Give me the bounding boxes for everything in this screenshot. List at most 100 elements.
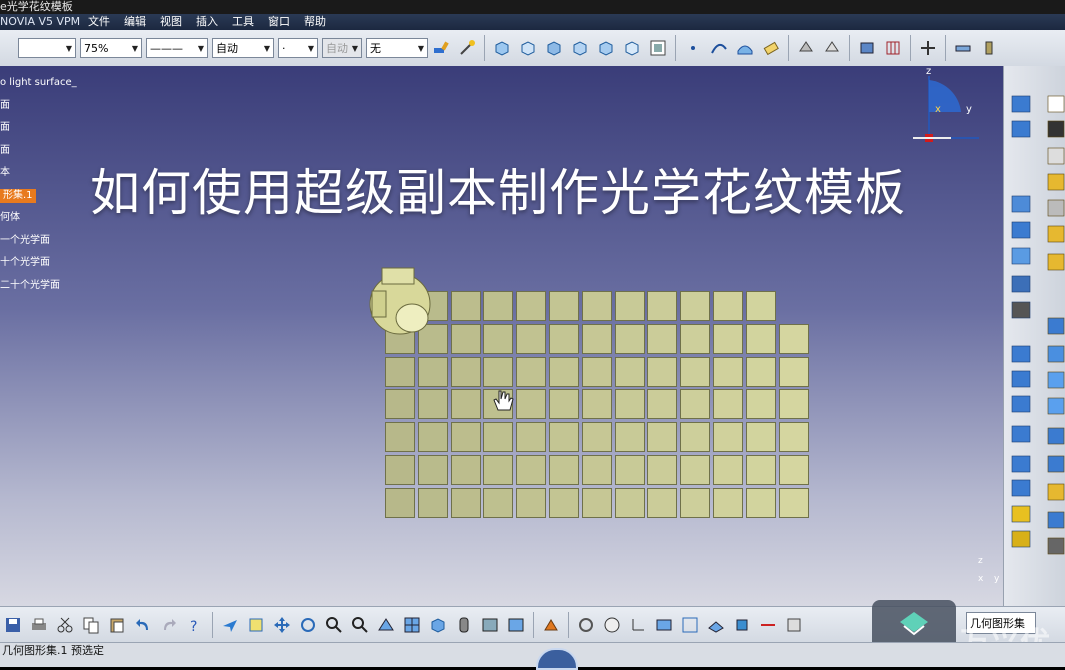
measure-icon[interactable] [857, 38, 877, 58]
compass-tool-icon[interactable] [918, 38, 938, 58]
pattern-cell [549, 422, 579, 453]
menu-view[interactable]: 视图 [160, 14, 182, 30]
pattern-cell [450, 323, 481, 354]
pattern-cell [680, 291, 711, 321]
pattern-cell [713, 356, 743, 387]
spiral-icon[interactable] [576, 615, 596, 635]
specification-tree: o light surface_ 面 面 面 本 形集.1 何体 一个光学面 十… [0, 76, 77, 301]
chevron-down-icon: ▼ [197, 43, 204, 53]
pattern-cell [778, 323, 809, 354]
view-iso-icon[interactable] [492, 38, 512, 58]
multi-view-icon[interactable] [402, 615, 422, 635]
tree-item[interactable]: o light surface_ [0, 76, 77, 99]
menu-window[interactable]: 窗口 [268, 14, 290, 30]
pattern-cell [647, 356, 678, 387]
cut-icon[interactable] [55, 615, 75, 635]
linetype-select[interactable]: ——— ▼ [146, 38, 208, 58]
hide-icon[interactable] [480, 615, 500, 635]
tree-item[interactable]: 二十个光学面 [0, 279, 77, 302]
paste-icon[interactable] [107, 615, 127, 635]
tree-item[interactable]: 何体 [0, 211, 77, 234]
paint-icon[interactable] [541, 615, 561, 635]
pattern-cell [483, 455, 514, 485]
extrude-icon[interactable] [732, 615, 752, 635]
right-toolbar [1003, 66, 1065, 606]
undo-icon[interactable] [133, 615, 153, 635]
pattern-cell [745, 291, 776, 321]
zoom-out-icon[interactable] [350, 615, 370, 635]
normal-view-icon[interactable] [376, 615, 396, 635]
grid-snap-icon[interactable] [680, 615, 700, 635]
overlay-title: 如何使用超级副本制作光学花纹模板 [90, 164, 906, 222]
axis-system-icon[interactable] [628, 615, 648, 635]
curve-icon[interactable] [709, 38, 729, 58]
redo-icon[interactable] [159, 615, 179, 635]
ruler-icon[interactable] [953, 38, 973, 58]
tree-item[interactable]: 一个光学面 [0, 234, 77, 257]
hide-show-icon[interactable] [796, 38, 816, 58]
trim-icon[interactable] [758, 615, 778, 635]
view-left-icon[interactable] [570, 38, 590, 58]
swap-icon[interactable] [506, 615, 526, 635]
toolbar-separator [212, 612, 213, 638]
pan-icon[interactable] [272, 615, 292, 635]
sketcher-icon[interactable] [654, 615, 674, 635]
material-icon[interactable] [979, 38, 999, 58]
tree-item[interactable]: 面 [0, 99, 77, 122]
pattern-cell [483, 291, 514, 321]
menu-file[interactable]: 文件 [88, 14, 110, 30]
point-select[interactable]: · ▼ [278, 38, 318, 58]
layer-select[interactable]: 自动 ▼ [322, 38, 362, 58]
pattern-cell [745, 455, 776, 485]
print-icon[interactable] [29, 615, 49, 635]
globe-icon[interactable] [602, 615, 622, 635]
menu-insert[interactable]: 插入 [196, 14, 218, 30]
zoom-in-icon[interactable] [324, 615, 344, 635]
paint-brush-icon[interactable] [431, 38, 451, 58]
color-select[interactable]: ▼ [18, 38, 76, 58]
tree-item[interactable]: 十个光学面 [0, 256, 77, 279]
named-views-icon[interactable] [648, 38, 668, 58]
grid-icon[interactable] [883, 38, 903, 58]
menu-help[interactable]: 帮助 [304, 14, 326, 30]
compass-y-label: y [966, 104, 972, 115]
menu-edit[interactable]: 编辑 [124, 14, 146, 30]
rotate-icon[interactable] [298, 615, 318, 635]
view-right-icon[interactable] [596, 38, 616, 58]
view-top-icon[interactable] [622, 38, 642, 58]
pattern-cell [385, 422, 415, 453]
linewidth-select[interactable]: 自动 ▼ [212, 38, 274, 58]
pattern-cell [581, 422, 612, 453]
iso-view-icon[interactable] [428, 615, 448, 635]
3d-viewport[interactable]: o light surface_ 面 面 面 本 形集.1 何体 一个光学面 十… [0, 66, 1003, 606]
view-front-icon[interactable] [518, 38, 538, 58]
point-icon[interactable] [683, 38, 703, 58]
axis-compass-icon[interactable] [905, 66, 995, 148]
fit-all-icon[interactable] [246, 615, 266, 635]
render-style-icon[interactable] [454, 615, 474, 635]
transparency-value: 75% [84, 41, 109, 55]
eraser-icon[interactable] [761, 38, 781, 58]
tree-item[interactable]: 面 [0, 144, 77, 167]
update-icon[interactable] [784, 615, 804, 635]
magic-wand-icon[interactable] [457, 38, 477, 58]
plane-icon[interactable] [706, 615, 726, 635]
pattern-cell [713, 323, 743, 354]
viewport-compass[interactable] [362, 266, 442, 341]
save-icon[interactable] [3, 615, 23, 635]
surface-icon[interactable] [735, 38, 755, 58]
tree-item[interactable]: 本 [0, 166, 77, 189]
copy-icon[interactable] [81, 615, 101, 635]
filter-select[interactable]: 无 ▼ [366, 38, 428, 58]
help-icon[interactable]: ? [185, 615, 205, 635]
transparency-select[interactable]: 75% ▼ [80, 38, 142, 58]
tree-item-selected[interactable]: 形集.1 [0, 188, 77, 212]
view-back-icon[interactable] [544, 38, 564, 58]
pattern-cell [778, 487, 809, 518]
right-toolbar-icons[interactable] [1004, 66, 1065, 606]
menu-tools[interactable]: 工具 [232, 14, 254, 30]
swap-visible-icon[interactable] [822, 38, 842, 58]
fly-mode-icon[interactable] [220, 615, 240, 635]
tree-item[interactable]: 面 [0, 121, 77, 144]
svg-text:?: ? [190, 619, 197, 634]
